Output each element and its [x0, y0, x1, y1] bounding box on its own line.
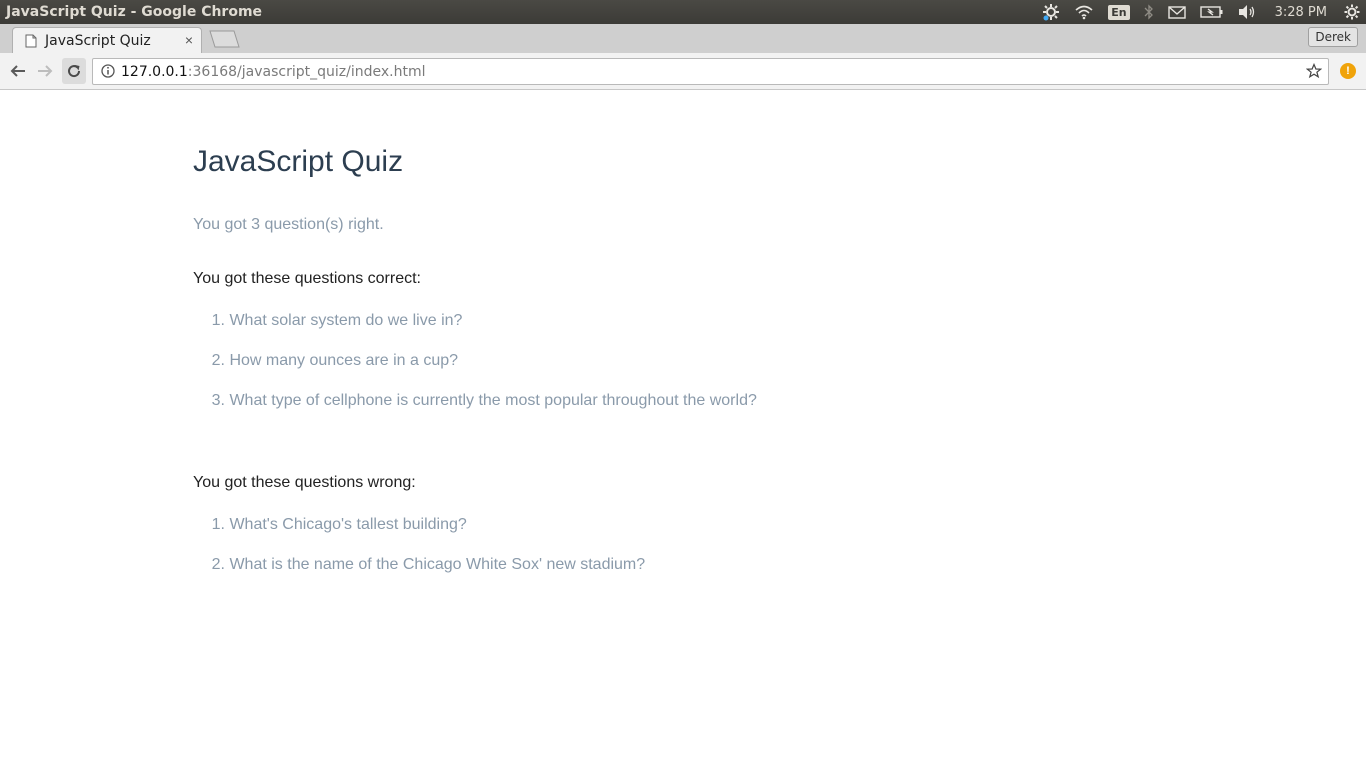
bluetooth-icon[interactable] [1144, 4, 1154, 20]
tab-close-button[interactable]: × [185, 32, 193, 48]
battery-icon[interactable] [1199, 5, 1224, 19]
window-title: JavaScript Quiz - Google Chrome [6, 4, 263, 20]
forward-button[interactable] [35, 61, 55, 81]
new-tab-button[interactable] [208, 30, 240, 48]
tab-javascript-quiz[interactable]: JavaScript Quiz × [12, 27, 202, 53]
volume-icon[interactable] [1238, 4, 1258, 20]
page-icon [25, 34, 37, 47]
profile-button[interactable]: Derek [1308, 27, 1358, 47]
list-item-number: 2. [211, 556, 225, 573]
reload-icon [68, 65, 81, 78]
list-item-number: 1. [211, 312, 225, 329]
question-text: What solar system do we live in? [229, 312, 463, 329]
wifi-icon[interactable] [1074, 4, 1094, 20]
wrong-heading: You got these questions wrong: [193, 474, 416, 491]
tab-strip: JavaScript Quiz × Derek [0, 24, 1366, 53]
correct-heading: You got these questions correct: [193, 270, 421, 287]
list-item: 1. What solar system do we live in? [193, 311, 757, 351]
question-text: What is the name of the Chicago White So… [229, 556, 646, 573]
extension-alert-icon[interactable]: ! [1340, 63, 1356, 79]
address-bar[interactable]: 127.0.0.1:36168/javascript_quiz/index.ht… [92, 58, 1329, 85]
wrong-questions-list: 1. What's Chicago's tallest building? 2.… [193, 515, 646, 595]
keyboard-language-indicator[interactable]: En [1108, 4, 1130, 20]
url-text: 127.0.0.1:36168/javascript_quiz/index.ht… [121, 64, 425, 80]
power-gear-icon[interactable] [1344, 4, 1360, 20]
correct-questions-list: 1. What solar system do we live in? 2. H… [193, 311, 757, 431]
list-item-number: 1. [211, 516, 225, 533]
url-host: 127.0.0.1 [121, 63, 188, 80]
tab-title: JavaScript Quiz [45, 32, 151, 49]
list-item: 1. What's Chicago's tallest building? [193, 515, 645, 555]
clock[interactable]: 3:28 PM [1275, 5, 1327, 20]
settings-sync-icon[interactable] [1042, 3, 1060, 21]
reload-button[interactable] [62, 58, 86, 84]
info-icon[interactable] [101, 64, 115, 78]
list-item: 2. What is the name of the Chicago White… [193, 555, 646, 595]
system-tray: En 3:28 PM [1035, 0, 1366, 24]
arrow-left-icon [10, 65, 25, 77]
bookmark-star-icon[interactable] [1306, 63, 1322, 79]
list-item-number: 2. [211, 352, 225, 369]
back-button[interactable] [8, 61, 28, 81]
arrow-right-icon [38, 65, 53, 77]
list-item: 2. How many ounces are in a cup? [193, 351, 757, 391]
mail-icon[interactable] [1167, 5, 1186, 19]
question-text: How many ounces are in a cup? [229, 352, 459, 369]
browser-toolbar: 127.0.0.1:36168/javascript_quiz/index.ht… [0, 53, 1366, 90]
os-top-panel: JavaScript Quiz - Google Chrome En 3:28 … [0, 0, 1366, 24]
score-text: You got 3 question(s) right. [193, 216, 384, 233]
page-title: JavaScript Quiz [193, 145, 404, 178]
question-text: What type of cellphone is currently the … [229, 392, 757, 409]
question-text: What's Chicago's tallest building? [229, 516, 467, 533]
list-item: 3. What type of cellphone is currently t… [193, 391, 757, 431]
url-path: :36168/javascript_quiz/index.html [187, 63, 426, 80]
language-label: En [1108, 4, 1130, 20]
list-item-number: 3. [211, 392, 225, 409]
